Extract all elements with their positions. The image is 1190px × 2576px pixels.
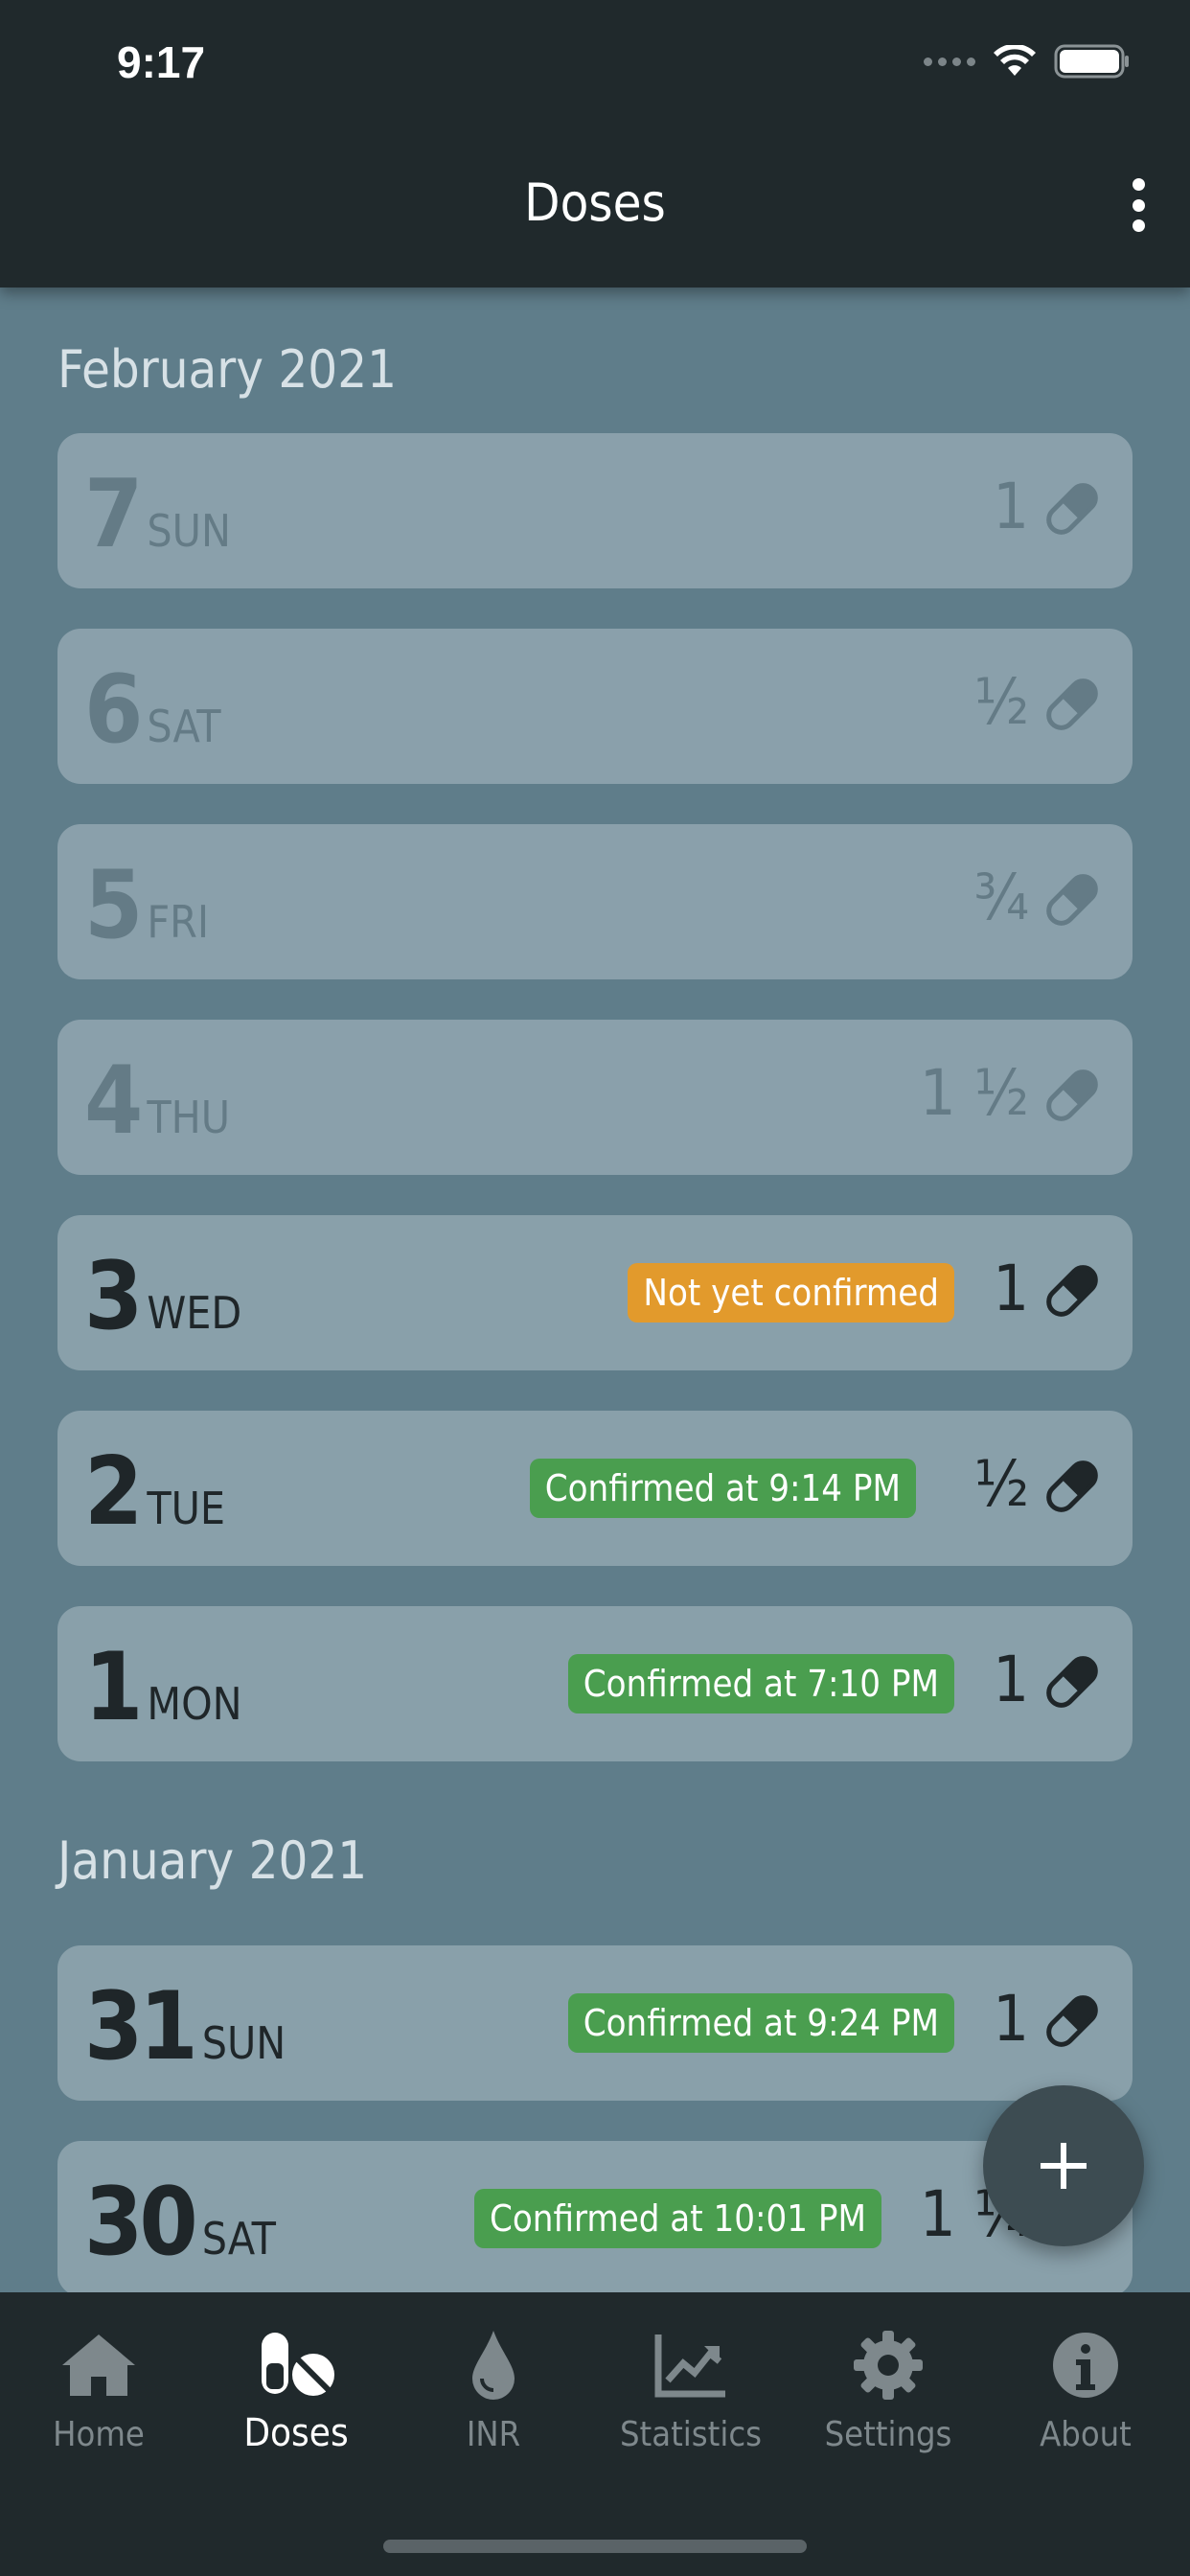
month-header: February 2021 — [57, 339, 398, 400]
nav-label: Home — [53, 2415, 145, 2454]
nav-doses[interactable]: Doses — [197, 2325, 395, 2455]
chart-icon — [654, 2334, 725, 2398]
day-number: 30 — [84, 2168, 198, 2277]
status-badge: Confirmed at 9:14 PM — [529, 1459, 916, 1518]
day-label: 4 THU — [84, 1054, 230, 1148]
status-time: 9:17 — [117, 37, 206, 87]
top-app-bar: 9:17 Doses — [0, 0, 1190, 288]
weekday: TUE — [147, 1483, 226, 1534]
day-number: 7 — [84, 460, 143, 569]
day-label: 3 WED — [84, 1250, 241, 1344]
pill-icon — [1039, 866, 1106, 933]
nav-inr[interactable]: INR — [395, 2325, 592, 2454]
nav-label: About — [1040, 2415, 1132, 2454]
home-indicator[interactable] — [383, 2540, 807, 2553]
day-label: 5 FRI — [84, 859, 209, 953]
plus-icon — [1041, 2143, 1087, 2189]
pill-icon[interactable] — [1039, 1257, 1106, 1324]
dose-amount: 1 — [993, 470, 1029, 543]
day-label: 6 SAT — [84, 663, 221, 757]
dose-amount: ½ — [973, 1447, 1029, 1521]
pill-icon — [1039, 1062, 1106, 1129]
day-number: 31 — [84, 1972, 198, 2082]
signal-icon — [924, 57, 975, 66]
day-label: 1 MON — [84, 1641, 242, 1735]
battery-icon — [1054, 44, 1129, 79]
info-icon — [1053, 2333, 1118, 2398]
add-dose-button[interactable] — [983, 2085, 1144, 2246]
month-header: January 2021 — [57, 1830, 368, 1891]
dose-amount: 1 — [993, 1982, 1029, 2056]
weekday: THU — [147, 1092, 231, 1143]
pill-icon — [1039, 671, 1106, 738]
weekday: FRI — [147, 896, 210, 948]
nav-label: Statistics — [619, 2415, 763, 2454]
pill-icon[interactable] — [1039, 1648, 1106, 1715]
page-title: Doses — [524, 172, 666, 233]
day-label: 31 SUN — [84, 1980, 286, 2074]
dose-card[interactable]: 2 TUE Confirmed at 9:14 PM ½ — [57, 1411, 1133, 1566]
weekday: SUN — [201, 2017, 286, 2069]
more-options-icon[interactable] — [1115, 178, 1161, 232]
wifi-icon — [994, 45, 1036, 76]
status-badge: Not yet confirmed — [628, 1263, 954, 1322]
weekday: SAT — [147, 701, 221, 752]
drop-icon — [472, 2331, 515, 2400]
nav-label: INR — [466, 2415, 521, 2454]
pill-icon[interactable] — [1039, 1988, 1106, 2055]
day-number: 5 — [84, 851, 143, 960]
dose-amount: 1 — [993, 1643, 1029, 1716]
nav-label: Settings — [824, 2415, 952, 2454]
weekday: WED — [147, 1287, 242, 1339]
dose-card[interactable]: 31 SUN Confirmed at 9:24 PM 1 — [57, 1945, 1133, 2101]
dose-amount: ½ — [973, 665, 1029, 739]
day-label: 2 TUE — [84, 1445, 225, 1539]
weekday: SAT — [201, 2213, 276, 2265]
weekday: SUN — [147, 505, 231, 557]
status-badge: Confirmed at 9:24 PM — [567, 1993, 954, 2053]
gear-icon — [854, 2331, 923, 2400]
status-badge: Confirmed at 10:01 PM — [474, 2189, 881, 2248]
dose-card[interactable]: 6 SAT ½ — [57, 629, 1133, 784]
nav-home[interactable]: Home — [0, 2325, 197, 2454]
nav-statistics[interactable]: Statistics — [592, 2325, 790, 2454]
dose-amount: ¾ — [973, 861, 1029, 934]
day-number: 4 — [84, 1046, 143, 1156]
status-badge: Confirmed at 7:10 PM — [567, 1654, 954, 1714]
pills-icon — [262, 2333, 334, 2396]
day-number: 6 — [84, 656, 143, 765]
day-label: 30 SAT — [84, 2175, 276, 2269]
nav-label: Doses — [243, 2411, 349, 2455]
dose-card[interactable]: 1 MON Confirmed at 7:10 PM 1 — [57, 1606, 1133, 1761]
dose-card[interactable]: 30 SAT Confirmed at 10:01 PM 1 ¼ — [57, 2141, 1133, 2292]
status-icons — [924, 44, 1131, 79]
day-number: 2 — [84, 1438, 143, 1547]
nav-about[interactable]: About — [987, 2325, 1184, 2454]
dose-card[interactable]: 4 THU 1 ½ — [57, 1020, 1133, 1175]
pill-icon — [1039, 475, 1106, 542]
bottom-navigation: Home Doses INR Statistics Settings About — [0, 2292, 1190, 2576]
dose-card[interactable]: 7 SUN 1 — [57, 433, 1133, 588]
pill-icon[interactable] — [1039, 1453, 1106, 1520]
home-icon — [62, 2334, 135, 2396]
day-number: 1 — [84, 1633, 143, 1742]
weekday: MON — [147, 1678, 242, 1730]
nav-settings[interactable]: Settings — [790, 2325, 987, 2454]
dose-amount: 1 ½ — [919, 1056, 1029, 1130]
dose-card[interactable]: 5 FRI ¾ — [57, 824, 1133, 979]
dose-card[interactable]: 3 WED Not yet confirmed 1 — [57, 1215, 1133, 1370]
dose-amount: 1 — [993, 1252, 1029, 1325]
day-number: 3 — [84, 1242, 143, 1351]
day-label: 7 SUN — [84, 468, 231, 562]
dose-list[interactable]: February 2021 7 SUN 1 6 SAT ½ 5 FRI ¾ 4 … — [0, 288, 1190, 2292]
